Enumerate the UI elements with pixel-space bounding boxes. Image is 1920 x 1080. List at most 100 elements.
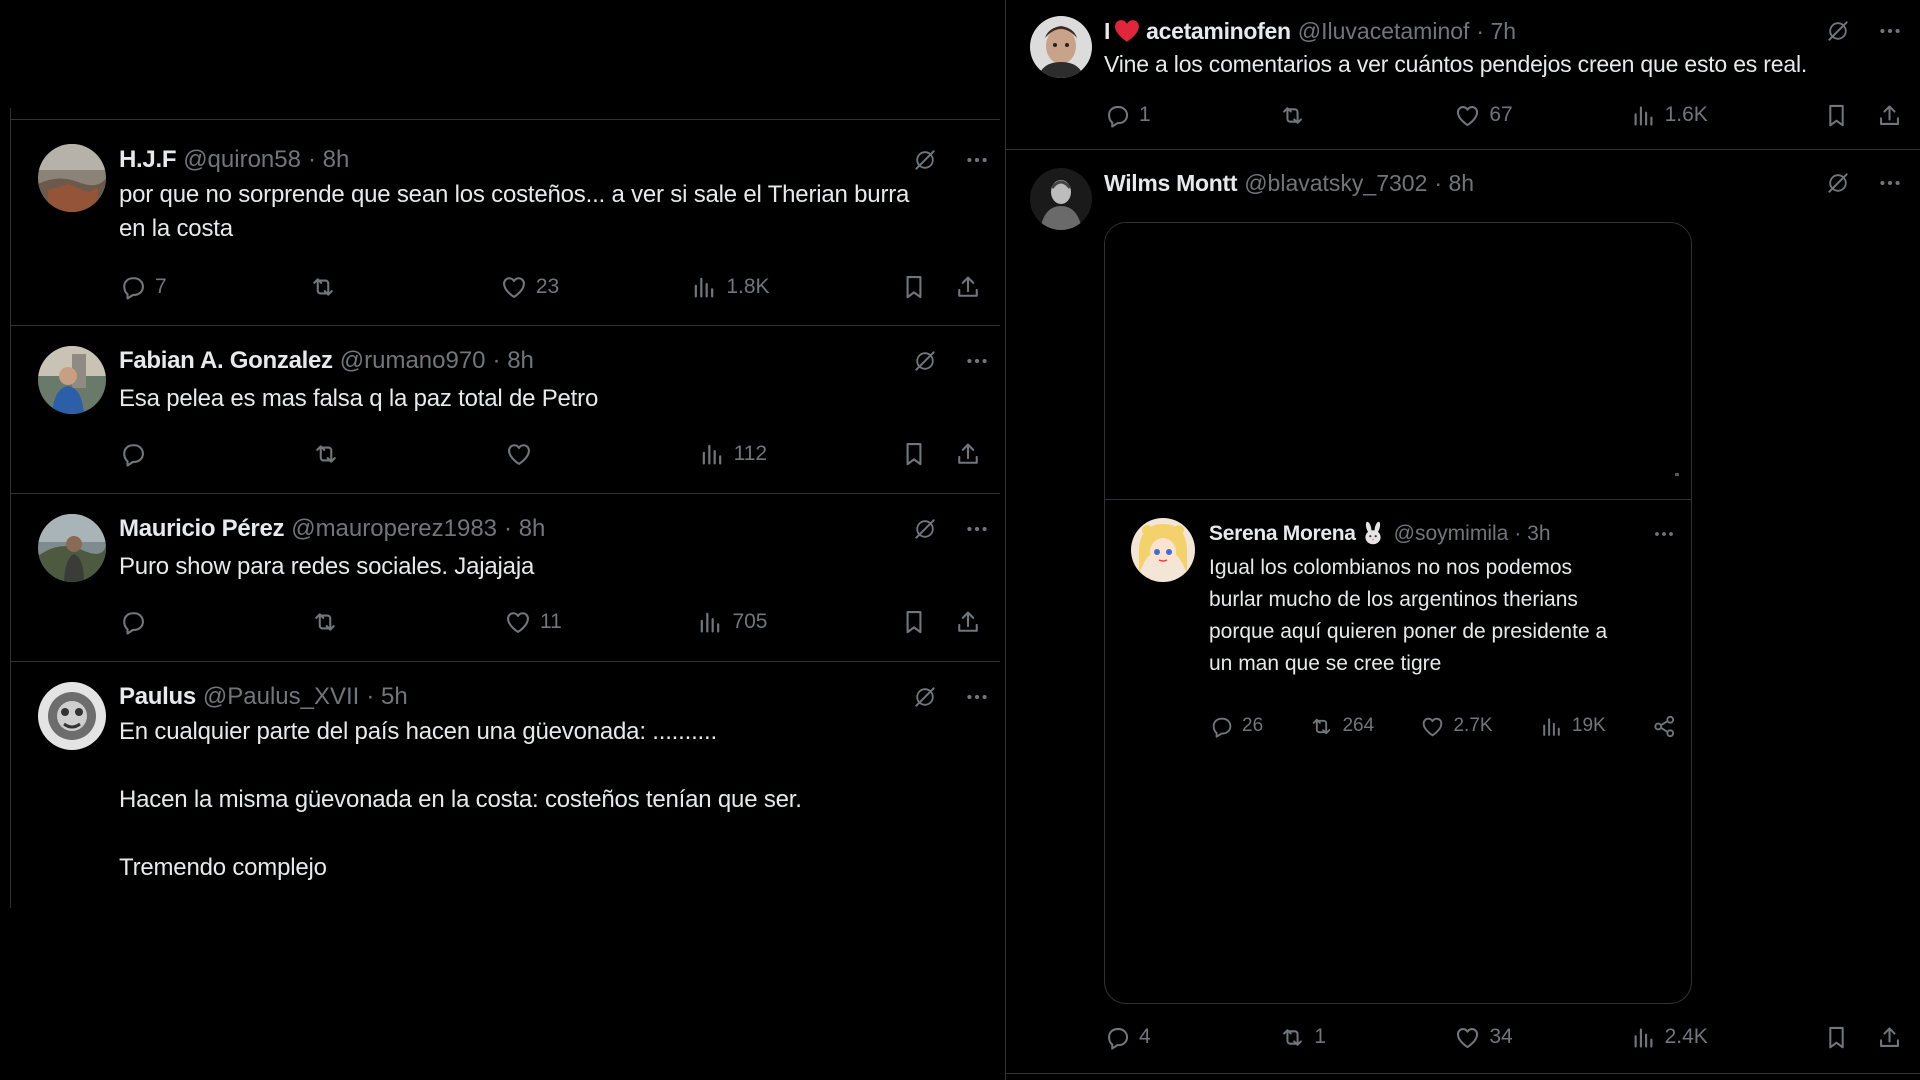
more-options-icon[interactable] <box>964 684 990 710</box>
display-name[interactable]: acetaminofen <box>1146 18 1291 45</box>
grok-icon[interactable] <box>912 684 938 710</box>
user-handle[interactable]: @blavatsky_7302 <box>1244 170 1427 197</box>
like-button[interactable]: 67 <box>1454 102 1514 129</box>
reply-tweet[interactable]: Wilms Montt @blavatsky_7302 · 8h Serena … <box>1006 150 1920 1074</box>
bookmark-icon[interactable] <box>900 608 928 636</box>
tweet-text: por que no sorprende que sean los costeñ… <box>119 178 986 246</box>
timestamp[interactable]: · 7h <box>1476 18 1516 45</box>
views-button[interactable]: 112 <box>698 440 767 468</box>
view-count: 2.4K <box>1664 1025 1708 1048</box>
avatar[interactable] <box>38 144 106 212</box>
timestamp[interactable]: · 8h <box>493 347 534 375</box>
share-icon[interactable] <box>954 608 982 636</box>
tweet-text-line: Tremendo complejo <box>119 854 327 881</box>
like-button[interactable]: 2.7K <box>1420 714 1493 739</box>
reply-tweet[interactable]: I acetaminofen @Iluvacetaminof · 7h Vine… <box>1006 0 1920 150</box>
tweet-text: Puro show para redes sociales. Jajajaja <box>119 550 986 584</box>
tweet-text: Esa pelea es mas falsa q la paz total de… <box>119 382 986 416</box>
user-handle[interactable]: @rumano970 <box>340 347 486 375</box>
reply-tweet[interactable]: H.J.F @quiron58 · 8h por que no sorprend… <box>11 120 1000 326</box>
retweet-button[interactable] <box>1279 102 1339 129</box>
display-name[interactable]: Paulus <box>119 683 196 711</box>
quoted-timestamp[interactable]: · 3h <box>1514 522 1550 546</box>
reply-tweet[interactable]: Fabian A. Gonzalez @rumano970 · 8h Esa p… <box>11 326 1000 494</box>
more-options-icon[interactable] <box>1877 18 1903 44</box>
more-options-icon[interactable] <box>964 348 990 374</box>
bookmark-icon[interactable] <box>1823 1024 1850 1051</box>
timestamp[interactable]: · 8h <box>504 515 545 543</box>
display-name-prefix[interactable]: I <box>1104 18 1110 45</box>
more-options-icon[interactable] <box>1651 521 1677 547</box>
view-count: 705 <box>732 610 768 633</box>
retweet-button[interactable] <box>312 440 372 468</box>
views-button[interactable]: 19K <box>1539 714 1606 739</box>
display-name[interactable]: Wilms Montt <box>1104 170 1238 197</box>
quoted-display-name[interactable]: Serena Morena <box>1209 522 1356 546</box>
share-network-icon[interactable] <box>1652 714 1677 739</box>
quoted-tweet[interactable]: Serena Morena @soymimila · 3h Igual los … <box>1105 500 1691 1003</box>
like-count: 34 <box>1489 1025 1513 1048</box>
like-button[interactable]: 23 <box>500 273 560 301</box>
retweet-button[interactable] <box>311 608 371 636</box>
retweet-button[interactable] <box>309 273 369 301</box>
reply-button[interactable]: 1 <box>1104 102 1164 129</box>
tweet-header: H.J.F @quiron58 · 8h <box>119 145 990 175</box>
quoted-action-bar: 26 264 2.7K 19K <box>1209 712 1677 740</box>
quoted-user-handle[interactable]: @soymimila <box>1394 522 1509 546</box>
bookmark-icon[interactable] <box>900 273 928 301</box>
user-handle[interactable]: @Iluvacetaminof <box>1298 18 1470 45</box>
reply-tweet[interactable]: Paulus @Paulus_XVII · 5h En cualquier pa… <box>11 662 1000 908</box>
reply-tweet[interactable]: Mauricio Pérez @mauroperez1983 · 8h Puro… <box>11 494 1000 662</box>
reply-button[interactable]: 7 <box>119 273 179 301</box>
display-name[interactable]: Fabian A. Gonzalez <box>119 347 333 375</box>
reply-count: 4 <box>1139 1025 1151 1048</box>
retweet-button[interactable]: 264 <box>1309 714 1374 739</box>
grok-icon[interactable] <box>1825 18 1851 44</box>
tweet-header: Mauricio Pérez @mauroperez1983 · 8h <box>119 514 990 544</box>
more-options-icon[interactable] <box>964 147 990 173</box>
user-handle[interactable]: @Paulus_XVII <box>203 683 359 711</box>
views-button[interactable]: 1.6K <box>1630 102 1708 129</box>
like-button[interactable] <box>505 440 565 468</box>
avatar[interactable] <box>38 514 106 582</box>
like-button[interactable]: 11 <box>504 608 564 636</box>
more-options-icon[interactable] <box>1877 170 1903 196</box>
reply-button[interactable]: 4 <box>1104 1024 1164 1051</box>
timestamp[interactable]: · 8h <box>308 146 349 174</box>
grok-icon[interactable] <box>912 147 938 173</box>
views-button[interactable]: 705 <box>696 608 768 636</box>
media-card[interactable]: Serena Morena @soymimila · 3h Igual los … <box>1104 222 1692 1004</box>
share-icon[interactable] <box>954 440 982 468</box>
views-button[interactable]: 1.8K <box>690 273 770 301</box>
like-button[interactable]: 34 <box>1454 1024 1514 1051</box>
grok-icon[interactable] <box>912 348 938 374</box>
user-handle[interactable]: @mauroperez1983 <box>291 515 497 543</box>
views-button[interactable]: 2.4K <box>1630 1024 1708 1051</box>
display-name[interactable]: Mauricio Pérez <box>119 515 285 543</box>
view-count: 1.8K <box>726 275 770 298</box>
grok-icon[interactable] <box>1825 170 1851 196</box>
bookmark-icon[interactable] <box>900 440 928 468</box>
share-icon[interactable] <box>954 273 982 301</box>
avatar[interactable] <box>1030 168 1092 230</box>
user-handle[interactable]: @quiron58 <box>183 146 301 174</box>
display-name[interactable]: H.J.F <box>119 146 176 174</box>
grok-icon[interactable] <box>912 516 938 542</box>
reply-button[interactable] <box>119 608 179 636</box>
quoted-avatar[interactable] <box>1131 518 1195 582</box>
quoted-header: Serena Morena @soymimila · 3h <box>1209 520 1677 548</box>
avatar[interactable] <box>38 346 106 414</box>
avatar[interactable] <box>38 682 106 750</box>
retweet-button[interactable]: 1 <box>1279 1024 1339 1051</box>
share-icon[interactable] <box>1876 1024 1903 1051</box>
bookmark-icon[interactable] <box>1823 102 1850 129</box>
reply-button[interactable] <box>119 440 179 468</box>
tweet-text-line: Hacen la misma güevonada en la costa: co… <box>119 786 802 813</box>
timestamp[interactable]: · 5h <box>366 683 407 711</box>
video-player[interactable] <box>1105 223 1691 500</box>
share-icon[interactable] <box>1876 102 1903 129</box>
more-options-icon[interactable] <box>964 516 990 542</box>
avatar[interactable] <box>1030 16 1092 78</box>
reply-button[interactable]: 26 <box>1209 714 1263 739</box>
timestamp[interactable]: · 8h <box>1434 170 1474 197</box>
